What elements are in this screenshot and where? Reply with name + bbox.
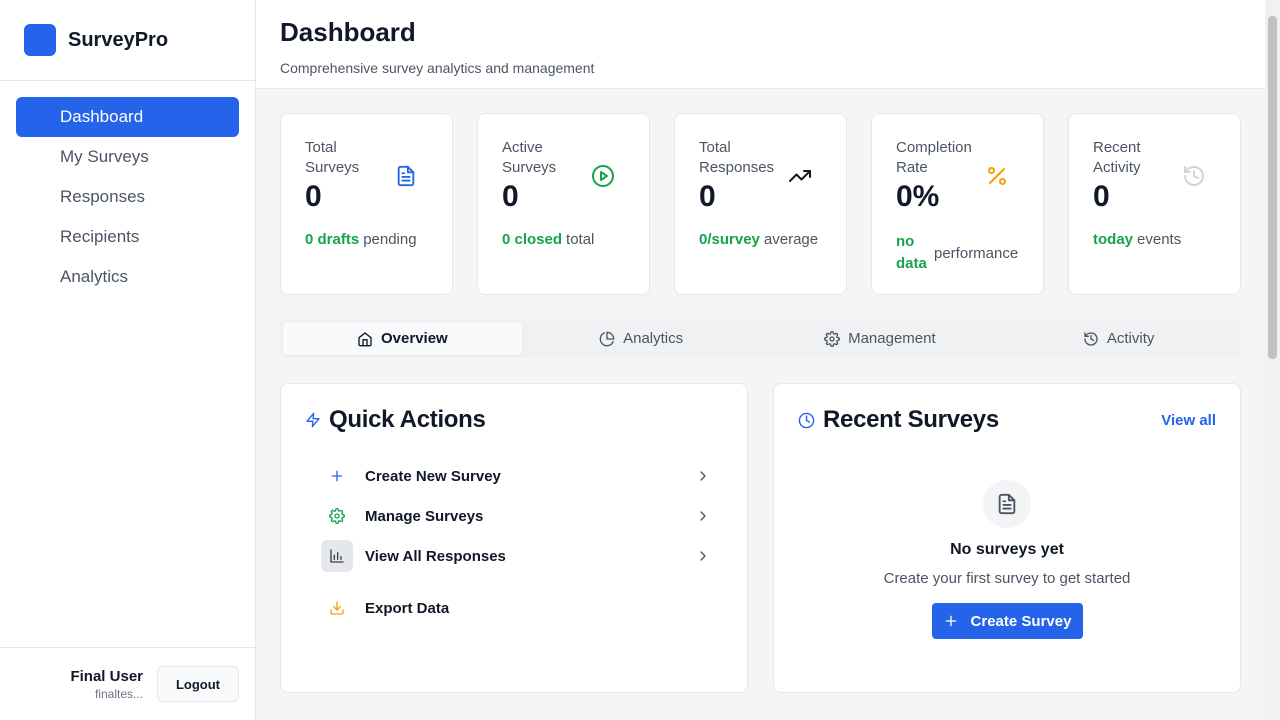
main-content: Dashboard Comprehensive survey analytics…	[256, 0, 1265, 720]
stat-card-active-surveys: Active Surveys 0 0 closed total	[477, 113, 650, 295]
create-survey-label: Create Survey	[970, 612, 1072, 630]
sidebar-item-analytics[interactable]: Analytics	[16, 257, 239, 297]
stat-label: Active Surveys	[502, 139, 557, 176]
play-circle-icon	[591, 164, 615, 188]
create-new-survey-action[interactable]: Create New Survey	[321, 460, 711, 492]
tab-overview[interactable]: Overview	[283, 322, 522, 355]
user-email: finaltes...	[94, 686, 143, 701]
stat-suffix: events	[1137, 231, 1182, 248]
panel-title: Quick Actions	[305, 406, 486, 434]
stat-label: Total Surveys	[305, 139, 360, 176]
page-header: Dashboard Comprehensive survey analytics…	[256, 0, 1265, 89]
stat-card-completion-rate: Completion Rate 0% no data performance	[871, 113, 1044, 295]
stat-suffix: pending	[363, 231, 417, 248]
tab-label: Management	[848, 330, 936, 347]
stat-subtext: today events	[1093, 231, 1181, 248]
stat-suffix: total	[566, 231, 595, 248]
plus-icon	[321, 460, 353, 492]
create-survey-button[interactable]: Create Survey	[931, 603, 1083, 639]
plus-icon	[945, 615, 956, 627]
panel-title-text: Quick Actions	[329, 406, 486, 433]
user-info: Final User finaltes...	[70, 668, 143, 701]
tab-label: Analytics	[623, 330, 684, 347]
sidebar-item-my-surveys[interactable]: My Surveys	[16, 137, 239, 177]
logout-button[interactable]: Logout	[157, 666, 239, 702]
stat-highlight: 0/survey	[699, 231, 760, 248]
empty-state: No surveys yet Create your first survey …	[774, 480, 1240, 639]
stat-highlight: 0 drafts	[305, 231, 360, 248]
stats-row: Total Surveys 0 0 drafts pending Active …	[280, 113, 1241, 295]
gear-icon	[824, 330, 841, 347]
stat-subtext: 0 closed total	[502, 231, 594, 248]
brand-logo	[24, 24, 56, 56]
quick-actions-panel: Quick Actions Create New Survey Manage S…	[280, 383, 748, 693]
chevron-right-icon	[691, 468, 711, 484]
bar-chart-icon	[321, 540, 353, 572]
user-name: Final User	[70, 667, 143, 685]
empty-state-subtitle: Create your first survey to get started	[883, 570, 1131, 587]
file-text-icon	[983, 480, 1031, 528]
sidebar-item-recipients[interactable]: Recipients	[16, 217, 239, 257]
stat-highlight: 0 closed	[502, 231, 563, 248]
lightning-icon	[306, 412, 320, 428]
stat-suffix: performance	[934, 244, 1019, 262]
tab-label: Activity	[1106, 330, 1155, 347]
tab-activity[interactable]: Activity	[999, 322, 1238, 355]
brand[interactable]: SurveyPro	[0, 0, 255, 81]
stat-highlight: today	[1093, 231, 1134, 248]
panel-title-text: Recent Surveys	[823, 406, 999, 433]
action-label: Manage Surveys	[365, 507, 484, 525]
history-icon	[1182, 164, 1206, 188]
chevron-right-icon	[691, 508, 711, 524]
page-title: Dashboard	[280, 17, 416, 47]
gear-icon	[321, 500, 353, 532]
tab-analytics[interactable]: Analytics	[522, 322, 761, 355]
scrollbar-thumb[interactable]	[1268, 16, 1277, 359]
file-text-icon	[394, 164, 418, 188]
stat-subtext: 0/survey average	[699, 231, 818, 248]
stat-highlight: no data	[896, 233, 927, 272]
view-all-link[interactable]: View all	[1161, 412, 1216, 429]
sidebar-item-dashboard[interactable]: Dashboard	[16, 97, 239, 137]
page-scrollbar[interactable]	[1265, 0, 1280, 720]
tab-label: Overview	[381, 330, 448, 347]
download-icon	[321, 592, 353, 624]
panel-title: Recent Surveys	[798, 406, 999, 434]
stat-card-total-responses: Total Responses 0 0/survey average	[674, 113, 847, 295]
home-icon	[358, 331, 372, 346]
stat-subtext: 0 drafts pending	[305, 231, 417, 248]
tab-management[interactable]: Management	[761, 322, 1000, 355]
manage-surveys-action[interactable]: Manage Surveys	[321, 500, 711, 532]
chevron-right-icon	[691, 548, 711, 564]
sidebar: SurveyPro Dashboard My Surveys Responses…	[0, 0, 256, 720]
empty-state-title: No surveys yet	[950, 541, 1064, 558]
stat-label: Completion Rate	[896, 139, 972, 176]
stat-subtext: no data performance	[896, 231, 1018, 275]
export-data-action[interactable]: Export Data	[321, 592, 711, 624]
page-subtitle: Comprehensive survey analytics and manag…	[280, 60, 595, 76]
brand-name: SurveyPro	[68, 28, 169, 51]
stat-label: Total Responses	[699, 139, 775, 176]
dashboard-tabs: Overview Analytics Management Activity	[280, 319, 1241, 358]
sidebar-nav: Dashboard My Surveys Responses Recipient…	[0, 81, 255, 297]
stat-card-recent-activity: Recent Activity 0 today events	[1068, 113, 1241, 295]
recent-surveys-panel: Recent Surveys View all No surveys yet C…	[773, 383, 1241, 693]
stat-suffix: average	[763, 231, 819, 248]
action-label: Export Data	[365, 599, 450, 617]
stat-card-total-surveys: Total Surveys 0 0 drafts pending	[280, 113, 453, 295]
action-label: Create New Survey	[365, 467, 501, 485]
sidebar-item-responses[interactable]: Responses	[16, 177, 239, 217]
pie-chart-icon	[599, 331, 615, 346]
trending-up-icon	[788, 164, 812, 188]
view-all-responses-action[interactable]: View All Responses	[321, 540, 711, 572]
history-icon	[1084, 331, 1098, 346]
sidebar-footer: Final User finaltes... Logout	[0, 647, 255, 720]
stat-label: Recent Activity	[1093, 139, 1141, 176]
percent-icon	[985, 164, 1009, 188]
clock-icon	[798, 412, 815, 428]
action-label: View All Responses	[365, 547, 506, 565]
